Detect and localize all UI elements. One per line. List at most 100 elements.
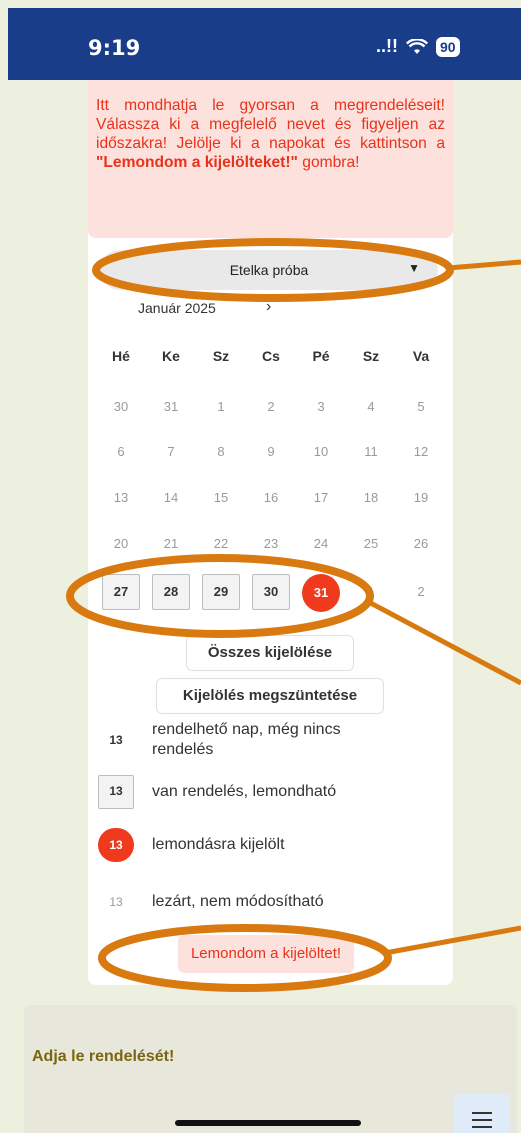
calendar-day: 11 — [346, 434, 396, 470]
calendar-day: 23 — [246, 526, 296, 562]
calendar-day-number: 3 — [317, 399, 325, 414]
name-selector[interactable]: Etelka próba ▼ — [100, 250, 438, 290]
next-month-icon[interactable]: › — [266, 298, 271, 316]
calendar-day: 1 — [196, 389, 246, 425]
calendar-day-number: 9 — [267, 444, 275, 459]
legend-item: 13 rendelhető nap, még nincs rendelés — [98, 720, 382, 760]
calendar-day-number: 14 — [163, 490, 179, 505]
caret-down-icon: ▼ — [408, 261, 420, 275]
calendar-day: 6 — [96, 434, 146, 470]
calendar-day: 15 — [196, 480, 246, 516]
calendar-day: 8 — [196, 434, 246, 470]
calendar-day-number: 2 — [267, 399, 275, 414]
calendar-day: 12 — [396, 434, 446, 470]
calendar-day-number: 6 — [117, 444, 125, 459]
weekday-label: Pé — [312, 348, 330, 364]
select-all-button[interactable]: Összes kijelölése — [186, 635, 354, 671]
signal-icon: ..!! — [376, 36, 398, 56]
cancel-selected-button[interactable]: Lemondom a kijelöltet! — [178, 935, 354, 973]
calendar-day-number: 7 — [167, 444, 175, 459]
calendar-week: 6 7 8 9 10 11 12 — [96, 434, 446, 470]
calendar-day-number: 21 — [163, 536, 179, 551]
calendar-day[interactable]: 31 — [296, 574, 346, 612]
calendar-day-number: 27 — [102, 574, 140, 610]
legend-item: 13 van rendelés, lemondható — [98, 775, 382, 809]
calendar-day-number: 25 — [363, 536, 379, 551]
calendar-day[interactable]: 29 — [196, 574, 246, 612]
legend-text: lemondásra kijelölt — [152, 836, 285, 853]
calendar-day-number: 22 — [213, 536, 229, 551]
calendar-day: 2 — [396, 574, 446, 612]
calendar-day: 21 — [146, 526, 196, 562]
legend-text: van rendelés, lemondható — [152, 783, 337, 800]
wifi-icon — [406, 38, 428, 54]
calendar-day: 9 — [246, 434, 296, 470]
calendar-day: 4 — [346, 389, 396, 425]
calendar-day-number: 31 — [302, 574, 340, 612]
annotation-line-selector — [447, 259, 521, 271]
calendar-day: 24 — [296, 526, 346, 562]
legend-sample: 13 — [109, 895, 123, 909]
calendar-day-number: 5 — [417, 399, 425, 414]
calendar-day-number: 12 — [413, 444, 429, 459]
calendar-day: 17 — [296, 480, 346, 516]
order-panel-title: Adja le rendelését! — [32, 1048, 175, 1065]
calendar-day-number: 23 — [263, 536, 279, 551]
weekday-label: Ke — [162, 348, 180, 364]
menu-button[interactable] — [454, 1094, 510, 1133]
calendar-day: 25 — [346, 526, 396, 562]
weekday-label: Sz — [362, 348, 380, 364]
weekday-header: Hé Ke Sz Cs Pé Sz Va — [96, 348, 446, 364]
calendar-day: 3 — [296, 389, 346, 425]
calendar-day[interactable]: 30 — [246, 574, 296, 612]
calendar-day: 5 — [396, 389, 446, 425]
calendar-day: 20 — [96, 526, 146, 562]
hamburger-icon — [472, 1126, 492, 1128]
calendar-day: 13 — [96, 480, 146, 516]
calendar-day-number: 4 — [367, 399, 375, 414]
page-left-strip — [0, 0, 8, 1133]
calendar-day-number: 13 — [113, 490, 129, 505]
legend-item: 13 lezárt, nem módosítható — [98, 885, 382, 919]
calendar-week: 30 31 1 2 3 4 5 — [96, 389, 446, 425]
status-time: 9:19 — [88, 36, 141, 60]
calendar-day: 16 — [246, 480, 296, 516]
calendar-day: 7 — [146, 434, 196, 470]
calendar-day-number: 30 — [252, 574, 290, 610]
month-label: Január 2025 — [138, 300, 216, 316]
calendar-day: 26 — [396, 526, 446, 562]
calendar-day-number: 31 — [163, 399, 179, 414]
calendar-day: 31 — [146, 389, 196, 425]
calendar-day-number: 8 — [217, 444, 225, 459]
calendar-day-number: 15 — [213, 490, 229, 505]
calendar-day: 30 — [96, 389, 146, 425]
clear-selection-button[interactable]: Kijelölés megszüntetése — [156, 678, 384, 714]
calendar-day-number: 18 — [363, 490, 379, 505]
calendar-day-number: 2 — [417, 584, 425, 599]
info-message: Itt mondhatja le gyorsan a megrendelései… — [88, 80, 453, 238]
calendar-day-number: 26 — [413, 536, 429, 551]
selector-value: Etelka próba — [229, 262, 309, 278]
calendar-day-number: 24 — [313, 536, 329, 551]
calendar-day: 19 — [396, 480, 446, 516]
info-text: Itt mondhatja le gyorsan a megrendelései… — [96, 97, 445, 152]
calendar-day-number: 19 — [413, 490, 429, 505]
calendar-day[interactable]: 28 — [146, 574, 196, 612]
legend-sample: 13 — [98, 828, 134, 862]
calendar-week: 13 14 15 16 17 18 19 — [96, 480, 446, 516]
calendar-day: 10 — [296, 434, 346, 470]
calendar-day[interactable]: 27 — [96, 574, 146, 612]
status-bar: 9:19 ..!! 90 — [8, 8, 521, 80]
weekday-label: Cs — [262, 348, 280, 364]
home-indicator — [175, 1120, 361, 1126]
calendar-day-number: 17 — [313, 490, 329, 505]
calendar-day-number: 1 — [217, 399, 225, 414]
calendar-day: 14 — [146, 480, 196, 516]
legend-sample: 13 — [98, 775, 134, 809]
calendar-day: 18 — [346, 480, 396, 516]
calendar-day-number: 29 — [202, 574, 240, 610]
legend-text: lezárt, nem módosítható — [152, 893, 324, 910]
hamburger-icon — [472, 1119, 492, 1121]
info-text-bold: "Lemondom a kijelölteket!" — [96, 154, 298, 171]
calendar-week: 27 28 29 30 31 1 2 — [96, 574, 446, 612]
